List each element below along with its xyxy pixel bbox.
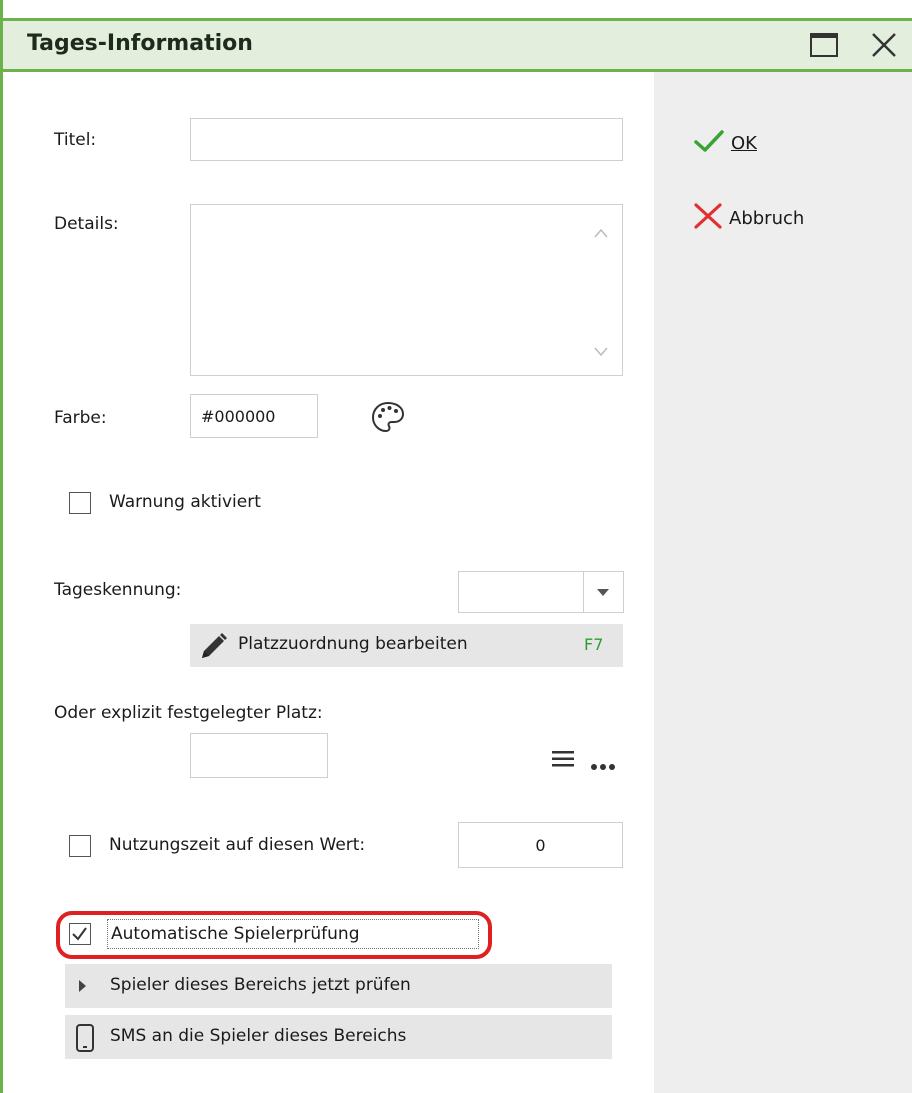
title-bar: Tages-Information	[3, 18, 912, 72]
sms-button[interactable]: SMS an die Spieler dieses Bereichs	[65, 1015, 612, 1059]
platz-label: Oder explizit festgelegter Platz:	[54, 703, 323, 723]
titel-label: Titel:	[54, 130, 97, 150]
pencil-icon	[198, 631, 228, 666]
chevron-down-icon[interactable]	[597, 589, 609, 596]
phone-icon	[75, 1024, 95, 1057]
check-players-button[interactable]: Spieler dieses Bereichs jetzt prüfen	[65, 964, 612, 1008]
platzzuordnung-label: Platzzuordnung bearbeiten	[238, 634, 468, 654]
x-icon	[693, 202, 729, 235]
sms-label: SMS an die Spieler dieses Bereichs	[110, 1026, 407, 1046]
window-title: Tages-Information	[27, 31, 253, 56]
nutzungszeit-checkbox[interactable]	[69, 835, 91, 857]
details-textarea[interactable]	[190, 204, 623, 376]
ok-label: OK	[731, 132, 757, 154]
shortcut-f7: F7	[584, 635, 604, 654]
farbe-input[interactable]	[190, 394, 318, 438]
cancel-label: Abbruch	[729, 207, 805, 229]
nutzungszeit-input[interactable]	[458, 822, 623, 868]
checkmark-icon	[72, 927, 87, 941]
select-divider	[583, 572, 584, 612]
scroll-up-icon[interactable]	[594, 223, 608, 242]
auto-check-label: Automatische Spielerprüfung	[111, 924, 360, 944]
tageskennung-select[interactable]	[458, 571, 624, 613]
titel-input[interactable]	[190, 118, 623, 161]
palette-icon[interactable]	[370, 400, 406, 440]
platz-input[interactable]	[190, 733, 328, 778]
check-players-label: Spieler dieses Bereichs jetzt prüfen	[110, 975, 411, 995]
triangle-right-icon	[79, 980, 86, 992]
details-label: Details:	[54, 214, 119, 234]
list-icon[interactable]	[551, 750, 575, 772]
tageskennung-label: Tageskennung:	[54, 580, 182, 600]
cancel-button[interactable]: Abbruch	[693, 202, 805, 235]
platzzuordnung-button[interactable]: Platzzuordnung bearbeiten F7	[190, 624, 623, 667]
scroll-down-icon[interactable]	[594, 342, 608, 361]
close-icon[interactable]	[869, 30, 899, 60]
dialog-window: Tages-Information OK Abbruch Titel: Deta…	[0, 0, 912, 1093]
farbe-label: Farbe:	[54, 408, 107, 428]
nutzungszeit-label: Nutzungszeit auf diesen Wert:	[109, 835, 366, 855]
auto-check-checkbox[interactable]	[69, 923, 91, 945]
warnung-label: Warnung aktiviert	[109, 492, 261, 512]
maximize-icon[interactable]	[809, 32, 839, 58]
more-icon[interactable]	[590, 756, 616, 775]
checkmark-icon	[693, 129, 731, 158]
warnung-checkbox[interactable]	[69, 492, 91, 514]
ok-button[interactable]: OK	[693, 128, 757, 158]
